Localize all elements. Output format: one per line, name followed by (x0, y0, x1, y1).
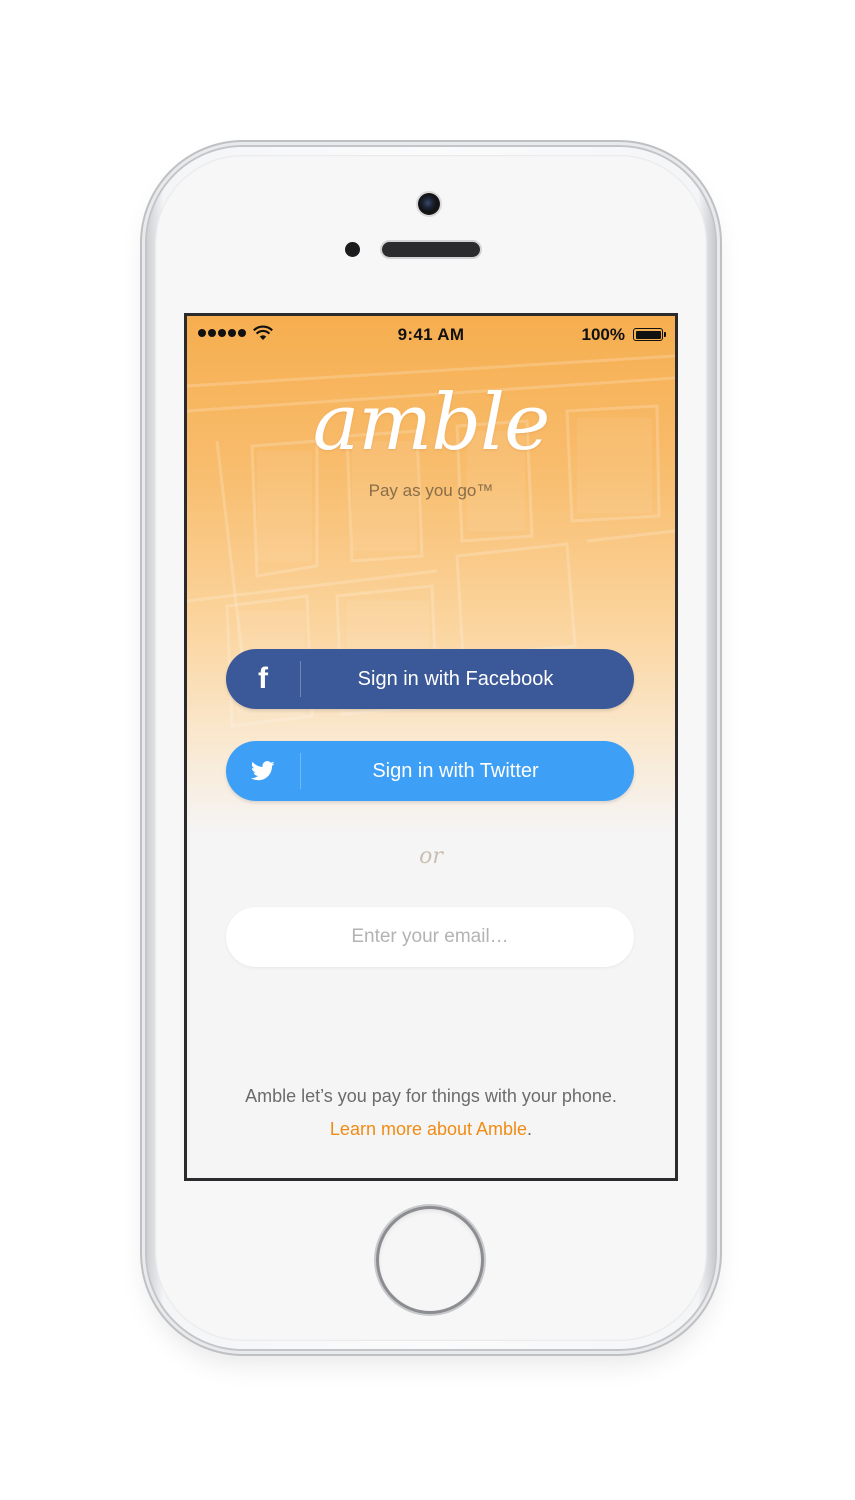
proximity-sensor (345, 242, 360, 257)
footer-text: Amble let’s you pay for things with your… (245, 1086, 617, 1106)
facebook-icon: f (258, 662, 268, 695)
tagline: Pay as you go™ (368, 481, 494, 500)
mute-switch (140, 312, 147, 364)
battery-icon (633, 328, 666, 341)
device-mockup: 9:41 AM 100% amble Pay as you go™ f Sign… (0, 0, 855, 1500)
status-bar: 9:41 AM 100% (187, 316, 675, 352)
footer-description: Amble let’s you pay for things with your… (227, 1080, 635, 1146)
footer-period: . (527, 1119, 533, 1139)
earpiece-speaker (382, 242, 480, 257)
sign-in-twitter-button[interactable]: Sign in with Twitter (226, 741, 634, 801)
email-input[interactable] (226, 907, 634, 967)
learn-more-link[interactable]: Learn more about Amble (330, 1119, 527, 1139)
or-divider: or (419, 844, 443, 869)
battery-percent: 100% (581, 325, 625, 344)
amble-logo: amble (312, 378, 551, 468)
front-camera (418, 193, 440, 215)
volume-down-button (140, 525, 147, 567)
facebook-button-label: Sign in with Facebook (357, 667, 554, 690)
app-screen: 9:41 AM 100% amble Pay as you go™ f Sign… (184, 313, 678, 1181)
twitter-icon (226, 741, 300, 801)
sign-in-facebook-button[interactable]: f Sign in with Facebook (226, 649, 634, 709)
twitter-button-label: Sign in with Twitter (372, 759, 539, 782)
home-button[interactable] (379, 1209, 481, 1311)
volume-up-button (140, 425, 147, 467)
